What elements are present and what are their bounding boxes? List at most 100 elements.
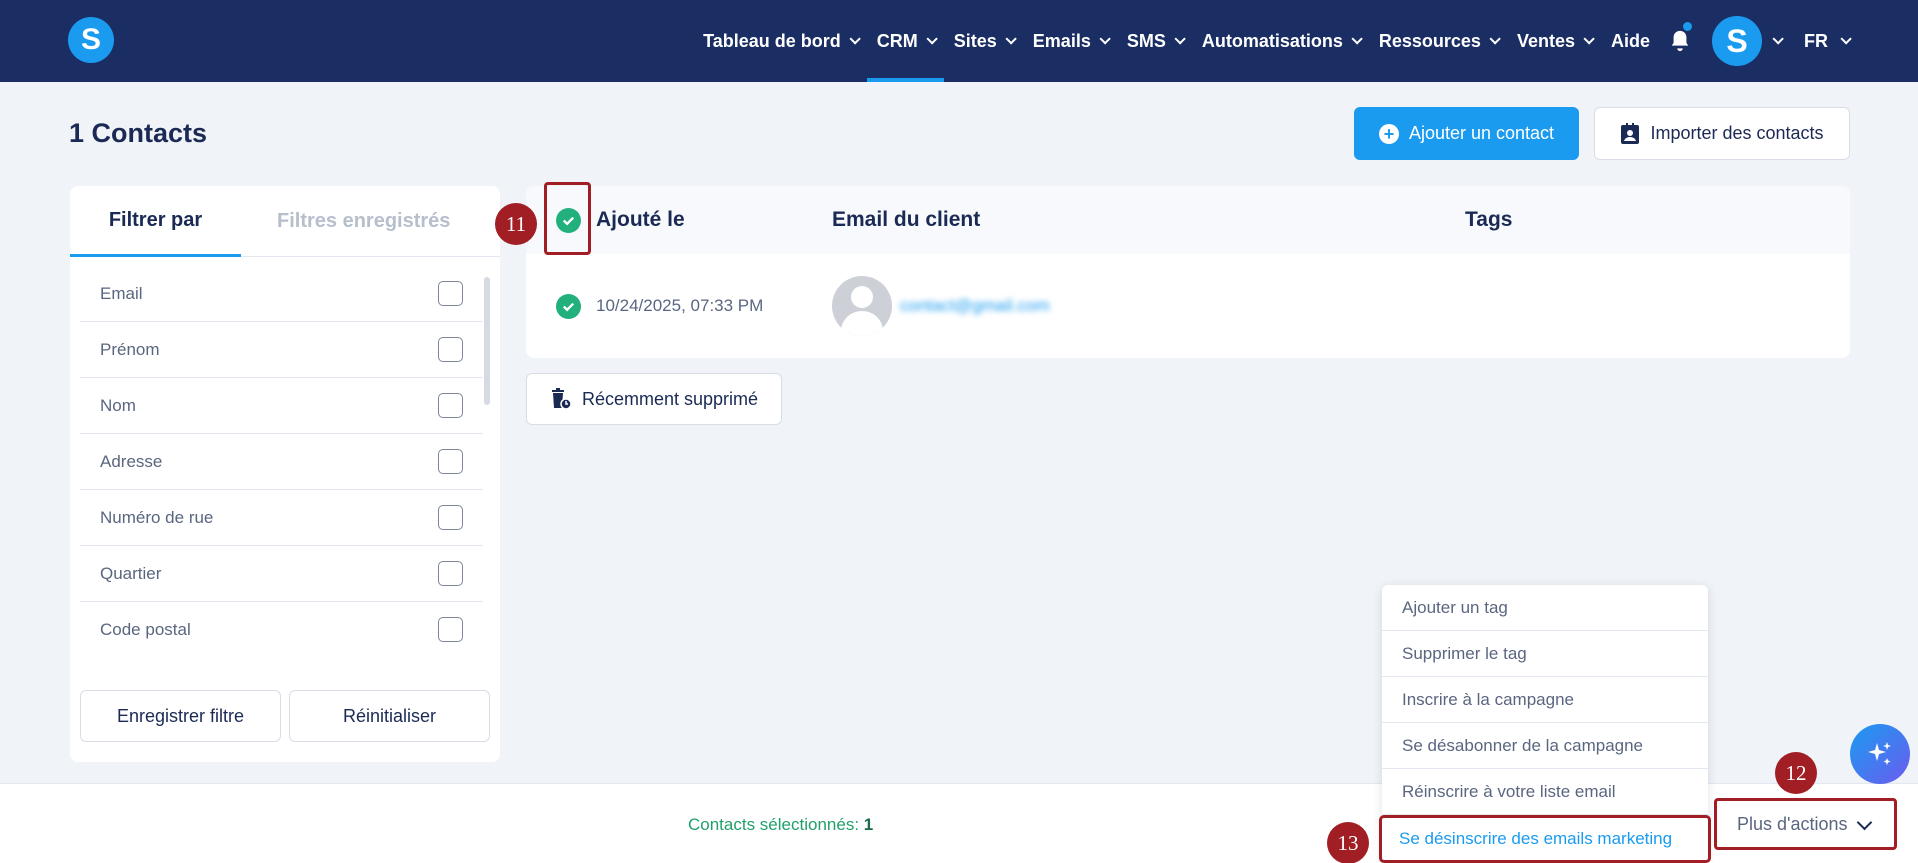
import-contacts-label: Importer des contacts	[1650, 123, 1824, 143]
annotation-badge-13: 13	[1327, 822, 1369, 863]
nav-sites[interactable]: Sites	[944, 0, 1023, 82]
nav-crm[interactable]: CRM	[866, 0, 944, 82]
nav-resources[interactable]: Ressources	[1369, 0, 1507, 82]
filter-label: Code postal	[100, 619, 191, 639]
selected-label: Contacts sélectionnés:	[688, 815, 860, 834]
filter-item-last-name[interactable]: Nom	[80, 378, 483, 434]
check-circle-icon	[556, 293, 581, 319]
reset-filter-button[interactable]: Réinitialiser	[289, 690, 490, 742]
annotation-highlight-box	[544, 182, 591, 255]
filter-field-list: Email Prénom Nom Adresse Numéro de rue Q…	[80, 266, 483, 649]
filter-item-district[interactable]: Quartier	[80, 546, 483, 602]
plus-circle-icon: +	[1378, 123, 1399, 144]
language-selector[interactable]: FR	[1804, 30, 1852, 52]
save-filter-button[interactable]: Enregistrer filtre	[80, 690, 281, 742]
chevron-down-icon	[849, 33, 861, 45]
filter-label: Nom	[100, 395, 136, 415]
menu-item-add-tag[interactable]: Ajouter un tag	[1382, 585, 1708, 631]
nav-label: SMS	[1126, 30, 1166, 51]
filter-label: Email	[100, 283, 143, 303]
sparkles-icon	[1868, 742, 1891, 765]
add-contact-label: Ajouter un contact	[1408, 123, 1555, 143]
chevron-down-icon[interactable]	[1772, 33, 1784, 45]
checkbox[interactable]	[438, 505, 463, 530]
checkbox[interactable]	[438, 337, 463, 362]
contacts-table: Ajouté le Email du client Tags 10/24/202…	[526, 186, 1850, 358]
nav-automations[interactable]: Automatisations	[1192, 0, 1369, 82]
nav-label: Aide	[1610, 30, 1650, 51]
nav-label: Automatisations	[1201, 30, 1343, 51]
tab-filter-by[interactable]: Filtrer par	[70, 186, 241, 257]
avatar-head-shape	[851, 286, 873, 308]
more-actions-menu: Ajouter un tag Supprimer le tag Inscrire…	[1379, 585, 1711, 863]
filter-label: Prénom	[100, 339, 160, 359]
menu-item-remove-tag[interactable]: Supprimer le tag	[1382, 631, 1708, 677]
main-nav: Tableau de bord CRM Sites Emails SMS Aut…	[693, 0, 1918, 82]
filter-scrollbar[interactable]	[484, 277, 490, 405]
avatar-body-shape	[841, 311, 883, 336]
nav-emails[interactable]: Emails	[1023, 0, 1117, 82]
filter-tabs: Filtrer par Filtres enregistrés	[70, 186, 500, 257]
trash-clock-icon	[551, 388, 572, 410]
filter-item-address[interactable]: Adresse	[80, 434, 483, 490]
table-row[interactable]: 10/24/2025, 07:33 PM contact@gmail.com	[526, 254, 1850, 358]
nav-help[interactable]: Aide	[1601, 0, 1660, 82]
contact-avatar	[832, 276, 892, 336]
more-actions-label: Plus d'actions	[1737, 813, 1848, 834]
column-tags[interactable]: Tags	[1465, 186, 1512, 254]
checkbox[interactable]	[438, 393, 463, 418]
nav-sales[interactable]: Ventes	[1507, 0, 1601, 82]
nav-sms[interactable]: SMS	[1117, 0, 1192, 82]
chevron-down-icon	[1351, 33, 1363, 45]
language-label: FR	[1804, 30, 1828, 51]
nav-label: Ressources	[1378, 30, 1481, 51]
top-navbar: S Tableau de bord CRM Sites Emails SMS A…	[0, 0, 1918, 82]
nav-label: Tableau de bord	[703, 30, 841, 51]
checkbox[interactable]	[438, 449, 463, 474]
menu-item-unsubscribe-marketing[interactable]: Se désinscrire des emails marketing	[1379, 815, 1711, 863]
menu-item-resubscribe-list[interactable]: Réinscrire à votre liste email	[1382, 769, 1708, 815]
recently-deleted-label: Récemment supprimé	[581, 388, 759, 409]
chevron-down-icon	[926, 33, 938, 45]
add-contact-button[interactable]: + Ajouter un contact	[1354, 107, 1579, 160]
more-actions-button[interactable]: Plus d'actions	[1714, 798, 1897, 850]
column-added-on[interactable]: Ajouté le	[596, 186, 685, 254]
chevron-down-icon	[1099, 33, 1111, 45]
filter-label: Adresse	[100, 451, 163, 471]
app-logo[interactable]: S	[68, 17, 114, 63]
chevron-down-icon	[1583, 33, 1595, 45]
import-contacts-button[interactable]: Importer des contacts	[1594, 107, 1850, 160]
page-title: 1 Contacts	[69, 118, 208, 148]
annotation-badge-12: 12	[1775, 752, 1817, 794]
contact-card-icon	[1621, 122, 1640, 144]
filter-item-first-name[interactable]: Prénom	[80, 322, 483, 378]
filter-label: Numéro de rue	[100, 507, 214, 527]
recently-deleted-button[interactable]: Récemment supprimé	[526, 373, 782, 425]
user-avatar[interactable]: S	[1712, 16, 1762, 66]
filter-label: Quartier	[100, 563, 162, 583]
nav-label: Sites	[953, 30, 997, 51]
chevron-down-icon	[1840, 33, 1852, 45]
ai-assistant-button[interactable]	[1850, 724, 1910, 784]
nav-label: Ventes	[1516, 30, 1575, 51]
checkbox[interactable]	[438, 561, 463, 586]
contact-email[interactable]: contact@gmail.com	[900, 296, 1050, 316]
column-client-email[interactable]: Email du client	[832, 186, 980, 254]
row-added-date: 10/24/2025, 07:33 PM	[596, 296, 764, 315]
notifications-button[interactable]	[1660, 0, 1700, 82]
menu-item-subscribe-campaign[interactable]: Inscrire à la campagne	[1382, 677, 1708, 723]
row-checkbox[interactable]	[556, 254, 581, 358]
notification-dot	[1683, 22, 1692, 31]
row-email-cell[interactable]: contact@gmail.com	[832, 254, 1050, 358]
nav-dashboard[interactable]: Tableau de bord	[693, 0, 867, 82]
filter-item-postal-code[interactable]: Code postal	[80, 602, 483, 649]
nav-label: CRM	[876, 30, 918, 51]
tab-saved-filters[interactable]: Filtres enregistrés	[277, 186, 450, 257]
menu-item-unsubscribe-campaign[interactable]: Se désabonner de la campagne	[1382, 723, 1708, 769]
checkbox[interactable]	[438, 281, 463, 306]
chevron-down-icon	[1174, 33, 1186, 45]
filter-item-email[interactable]: Email	[80, 266, 483, 322]
bell-icon	[1671, 30, 1689, 52]
checkbox[interactable]	[438, 617, 463, 642]
filter-item-street-number[interactable]: Numéro de rue	[80, 490, 483, 546]
